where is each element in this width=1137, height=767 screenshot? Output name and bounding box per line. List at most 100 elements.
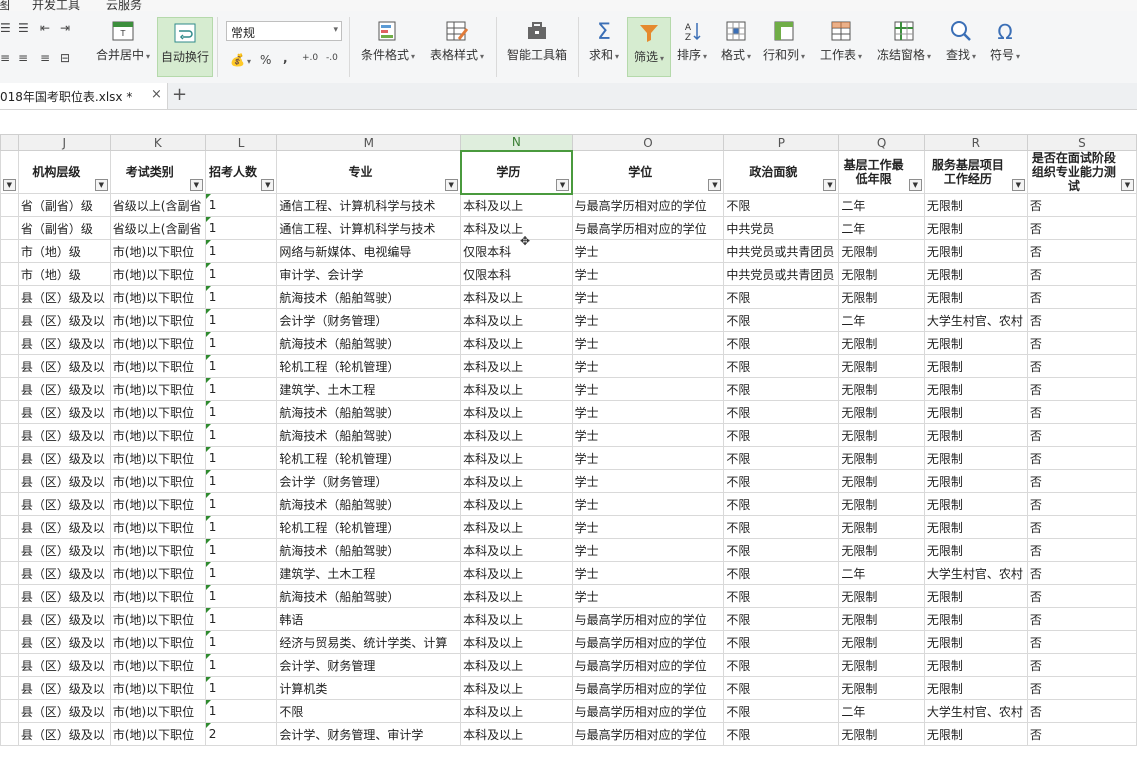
- grid-cell[interactable]: 本科及以上: [460, 607, 573, 631]
- grid-cell[interactable]: 1: [204, 193, 278, 217]
- grid-cell[interactable]: 1: [204, 285, 278, 309]
- grid-cell[interactable]: 1: [204, 584, 278, 608]
- filter-dropdown-icon[interactable]: ▼: [908, 179, 922, 191]
- new-tab-icon[interactable]: +: [172, 84, 187, 105]
- grid-cell[interactable]: 航海技术（船舶驾驶）: [276, 423, 462, 447]
- filter-dropdown-icon[interactable]: ▼: [1121, 179, 1134, 191]
- worksheet-button[interactable]: 工作表 ▾: [814, 19, 868, 63]
- filter-dropdown-icon[interactable]: ▼: [261, 179, 275, 191]
- menu-item-cloud[interactable]: 云服务: [106, 0, 142, 11]
- grid-cell[interactable]: 省（副省）级: [17, 193, 111, 217]
- grid-cell[interactable]: 无限制: [923, 722, 1028, 746]
- grid-cell[interactable]: 学士: [571, 469, 725, 493]
- grid-cell[interactable]: 不限: [723, 492, 840, 516]
- grid-cell[interactable]: 与最高学历相对应的学位: [571, 193, 725, 217]
- align-left-top-icon[interactable]: ☰: [0, 21, 11, 35]
- merge-center-button[interactable]: T 合并居中 ▾: [90, 19, 156, 63]
- grid-cell[interactable]: 中共党员或共青团员: [723, 262, 840, 286]
- grid-cell[interactable]: 本科及以上: [460, 354, 573, 378]
- field-header-cell[interactable]: 学位 ▼: [571, 150, 725, 194]
- grid-cell[interactable]: 大学生村官、农村: [923, 308, 1028, 332]
- grid-cell[interactable]: 审计学、会计学: [276, 262, 462, 286]
- field-header-cell[interactable]: 考试类别 ▼: [109, 150, 206, 194]
- find-button[interactable]: 查找 ▾: [940, 19, 982, 63]
- filter-button[interactable]: 筛选 ▾: [627, 17, 671, 77]
- sort-button[interactable]: AZ 排序 ▾: [671, 19, 713, 63]
- grid-cell[interactable]: 无限制: [838, 400, 925, 424]
- menu-item-view[interactable]: 图: [0, 0, 10, 11]
- format-button[interactable]: 格式 ▾: [715, 19, 757, 63]
- sum-button[interactable]: Σ 求和 ▾: [583, 19, 625, 63]
- grid-cell[interactable]: 无限制: [838, 446, 925, 470]
- grid-cell[interactable]: 否: [1026, 377, 1137, 401]
- grid-cell[interactable]: 1: [204, 630, 278, 654]
- symbol-button[interactable]: Ω 符号 ▾: [984, 19, 1026, 63]
- grid-cell[interactable]: 本科及以上: [460, 308, 573, 332]
- grid-cell[interactable]: 1: [204, 538, 278, 562]
- grid-cell[interactable]: 学士: [571, 538, 725, 562]
- grid-cell[interactable]: 无限制: [923, 423, 1028, 447]
- grid-cell[interactable]: 否: [1026, 538, 1137, 562]
- grid-cell[interactable]: 无限制: [838, 676, 925, 700]
- grid-cell[interactable]: 市(地)以下职位: [109, 400, 206, 424]
- grid-cell[interactable]: 市(地)以下职位: [109, 446, 206, 470]
- grid-cell[interactable]: 市(地)以下职位: [109, 561, 206, 585]
- align-left-icon[interactable]: ≡: [0, 51, 10, 65]
- filter-dropdown-icon[interactable]: ▼: [1011, 179, 1025, 191]
- grid-cell[interactable]: 1: [204, 308, 278, 332]
- grid-cell[interactable]: 航海技术（船舶驾驶）: [276, 285, 462, 309]
- grid-cell[interactable]: 本科及以上: [460, 699, 573, 723]
- grid-cell[interactable]: 县（区）级及以: [17, 676, 111, 700]
- grid-cell[interactable]: 不限: [276, 699, 462, 723]
- grid-cell[interactable]: 与最高学历相对应的学位: [571, 607, 725, 631]
- grid-cell[interactable]: 会计学（财务管理）: [276, 469, 462, 493]
- column-header[interactable]: S: [1026, 134, 1137, 151]
- grid-cell[interactable]: 二年: [838, 308, 925, 332]
- grid-cell[interactable]: 市（地）级: [17, 239, 111, 263]
- column-header[interactable]: M: [276, 134, 462, 151]
- spreadsheet-grid[interactable]: J K L M N O P Q R S ▼ 机构层级 ▼ 考试类别 ▼ 招考人数 ▼ 专业 ▼ 学历 ▼ 学位 ▼ 政治面貌 ▼…: [0, 134, 1137, 767]
- grid-cell[interactable]: 不限: [723, 676, 840, 700]
- grid-cell[interactable]: 航海技术（船舶驾驶）: [276, 331, 462, 355]
- grid-cell[interactable]: 县（区）级及以: [17, 400, 111, 424]
- column-header[interactable]: N: [460, 134, 573, 152]
- grid-cell[interactable]: 仅限本科: [460, 239, 573, 263]
- grid-cell[interactable]: 否: [1026, 699, 1137, 723]
- grid-cell[interactable]: 会计学（财务管理）: [276, 308, 462, 332]
- grid-cell[interactable]: 无限制: [838, 285, 925, 309]
- grid-cell[interactable]: 1: [204, 216, 278, 240]
- grid-cell[interactable]: 航海技术（船舶驾驶）: [276, 538, 462, 562]
- indent-decrease-icon[interactable]: ⇤: [40, 21, 50, 35]
- grid-cell[interactable]: 经济与贸易类、统计学类、计算: [276, 630, 462, 654]
- grid-cell[interactable]: 航海技术（船舶驾驶）: [276, 492, 462, 516]
- column-header[interactable]: P: [723, 134, 840, 151]
- align-center-top-icon[interactable]: ☰: [18, 21, 29, 35]
- grid-cell[interactable]: 无限制: [923, 469, 1028, 493]
- grid-cell[interactable]: 市(地)以下职位: [109, 354, 206, 378]
- grid-cell[interactable]: 无限制: [838, 239, 925, 263]
- grid-cell[interactable]: 否: [1026, 676, 1137, 700]
- grid-cell[interactable]: 不限: [723, 446, 840, 470]
- grid-cell[interactable]: 轮机工程（轮机管理）: [276, 446, 462, 470]
- grid-cell[interactable]: 无限制: [838, 262, 925, 286]
- grid-cell[interactable]: 不限: [723, 722, 840, 746]
- grid-cell[interactable]: 省级以上(含副省: [109, 216, 206, 240]
- grid-cell[interactable]: 无限制: [838, 607, 925, 631]
- grid-cell[interactable]: 市(地)以下职位: [109, 492, 206, 516]
- grid-cell[interactable]: 航海技术（船舶驾驶）: [276, 584, 462, 608]
- column-header[interactable]: Q: [838, 134, 925, 151]
- grid-cell[interactable]: 否: [1026, 193, 1137, 217]
- table-style-button[interactable]: 表格样式 ▾: [424, 19, 490, 63]
- currency-format-icon[interactable]: 💰 ▾: [230, 53, 251, 67]
- grid-cell[interactable]: 县（区）级及以: [17, 308, 111, 332]
- grid-cell[interactable]: 否: [1026, 561, 1137, 585]
- grid-cell[interactable]: 县（区）级及以: [17, 538, 111, 562]
- document-tab[interactable]: 018年国考职位表.xlsx * ×: [0, 83, 168, 109]
- grid-cell[interactable]: 1: [204, 492, 278, 516]
- grid-cell[interactable]: 否: [1026, 354, 1137, 378]
- grid-cell[interactable]: 无限制: [923, 262, 1028, 286]
- grid-cell[interactable]: 学士: [571, 262, 725, 286]
- grid-cell[interactable]: 本科及以上: [460, 331, 573, 355]
- grid-cell[interactable]: 通信工程、计算机科学与技术: [276, 193, 462, 217]
- grid-cell[interactable]: 二年: [838, 561, 925, 585]
